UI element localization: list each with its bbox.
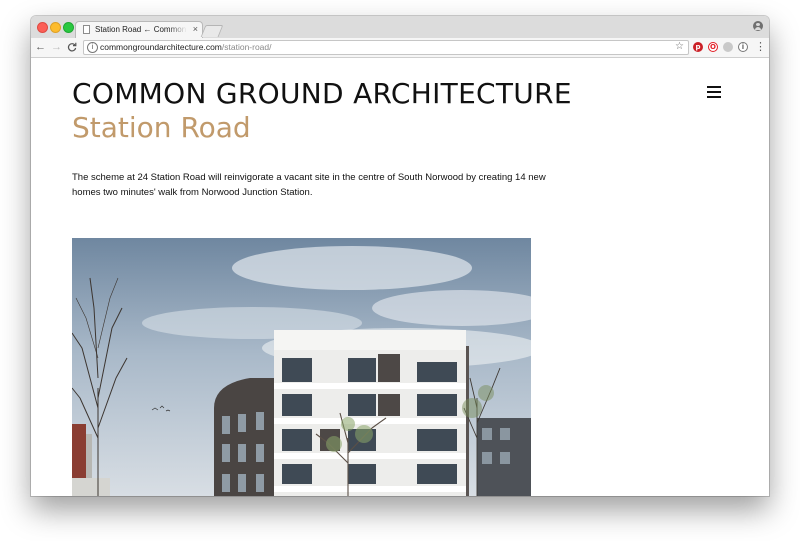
building-rendering-image	[72, 238, 531, 496]
hero-image	[72, 238, 531, 496]
minimize-window-button[interactable]	[50, 22, 61, 33]
page-viewport: COMMON GROUND ARCHITECTURE Station Road …	[31, 58, 769, 496]
reload-icon	[67, 42, 77, 52]
url-text[interactable]: commongroundarchitecture.com/station-roa…	[100, 42, 272, 52]
tab-title: Station Road ← Common Ground Architectur…	[95, 25, 187, 34]
url-host: commongroundarchitecture.com	[100, 42, 222, 52]
info-extension-icon[interactable]: i	[738, 42, 748, 52]
profile-icon[interactable]	[753, 21, 763, 31]
close-window-button[interactable]	[37, 22, 48, 33]
page-title: Station Road	[72, 111, 251, 144]
browser-window: Station Road ← Common Ground Architectur…	[31, 16, 769, 496]
tab-station-road[interactable]: Station Road ← Common Ground Architectur…	[75, 21, 203, 39]
info-icon[interactable]: i	[87, 42, 98, 53]
back-button[interactable]: ←	[35, 40, 46, 54]
tab-close-button[interactable]: ×	[193, 24, 198, 34]
site-title[interactable]: COMMON GROUND ARCHITECTURE	[72, 78, 572, 110]
new-tab-button[interactable]	[200, 25, 224, 37]
menu-dots-icon[interactable]: ⋮	[755, 40, 766, 54]
url-path: /station-road/	[221, 42, 272, 52]
browser-toolbar: ← → i commongroundarchitecture.com/stati…	[31, 38, 769, 58]
hamburger-menu-icon[interactable]	[707, 86, 721, 98]
opera-icon[interactable]: O	[708, 42, 718, 52]
tab-strip: Station Road ← Common Ground Architectur…	[31, 16, 769, 39]
extension-icon[interactable]	[723, 42, 733, 52]
address-bar[interactable]: i commongroundarchitecture.com/station-r…	[83, 40, 689, 55]
intro-paragraph: The scheme at 24 Station Road will reinv…	[72, 172, 546, 198]
reload-button[interactable]	[67, 40, 77, 57]
bookmark-star-icon[interactable]: ☆	[675, 41, 684, 53]
zoom-window-button[interactable]	[63, 22, 74, 33]
forward-button[interactable]: →	[51, 40, 62, 54]
pinterest-icon[interactable]: p	[693, 42, 703, 52]
page-icon	[83, 25, 90, 34]
